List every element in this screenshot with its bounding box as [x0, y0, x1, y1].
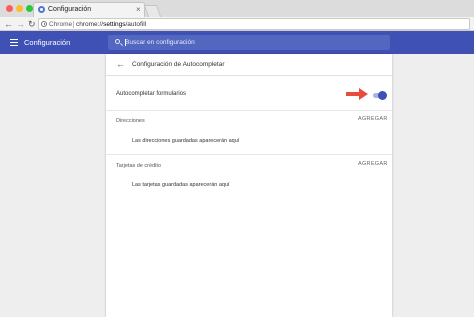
- page-title: Configuración: [24, 38, 71, 47]
- autofill-subheader: ← Configuración de Autocompletar: [106, 54, 392, 76]
- credit-cards-label: Tarjetas de crédito: [116, 163, 161, 169]
- omnibox-url[interactable]: chrome://settings/autofill: [76, 19, 146, 30]
- close-window-button[interactable]: [6, 5, 13, 12]
- back-button[interactable]: ←: [4, 17, 13, 31]
- browser-toolbar: ← → ↻ Chrome chrome://settings/autofill: [0, 17, 474, 31]
- zoom-window-button[interactable]: [26, 5, 33, 12]
- minimize-window-button[interactable]: [16, 5, 23, 12]
- reload-button[interactable]: ↻: [28, 17, 36, 31]
- add-card-button[interactable]: AGREGAR: [358, 161, 388, 167]
- address-bar[interactable]: Chrome chrome://settings/autofill: [38, 18, 470, 30]
- red-arrow-icon: [346, 88, 368, 100]
- autofill-forms-toggle[interactable]: [372, 91, 387, 100]
- divider: [106, 110, 392, 111]
- omnibox-chrome-label: Chrome: [49, 21, 73, 28]
- addresses-label: Direcciones: [116, 118, 145, 124]
- new-tab-button[interactable]: [143, 5, 162, 17]
- hamburger-menu-icon[interactable]: [10, 39, 18, 46]
- tab-close-button[interactable]: ×: [136, 4, 141, 15]
- autofill-forms-label: Autocompletar formularios: [116, 91, 187, 97]
- browser-tab[interactable]: Configuración ×: [33, 2, 145, 17]
- search-input[interactable]: [125, 35, 375, 50]
- settings-favicon-icon: [38, 6, 45, 13]
- toggle-knob: [378, 91, 387, 100]
- settings-search[interactable]: [108, 35, 390, 50]
- url-scheme: chrome://: [76, 21, 104, 28]
- search-icon: [115, 39, 120, 44]
- tab-strip: Configuración ×: [0, 0, 474, 17]
- info-icon[interactable]: [41, 21, 47, 27]
- addresses-empty-text: Las direcciones guardadas aparecerán aqu…: [132, 138, 240, 144]
- arrow-left-icon[interactable]: ←: [116, 54, 125, 74]
- autofill-title: Configuración de Autocompletar: [132, 61, 225, 68]
- url-host: settings: [103, 21, 126, 28]
- cards-empty-text: Las tarjetas guardadas aparecerán aquí: [132, 182, 230, 188]
- settings-header: Configuración: [0, 31, 474, 54]
- omnibox-separator: [73, 21, 74, 28]
- add-address-button[interactable]: AGREGAR: [358, 116, 388, 122]
- url-path: /autofill: [125, 21, 147, 28]
- tab-title: Configuración: [48, 6, 92, 13]
- divider: [106, 154, 392, 155]
- forward-button[interactable]: →: [16, 17, 25, 31]
